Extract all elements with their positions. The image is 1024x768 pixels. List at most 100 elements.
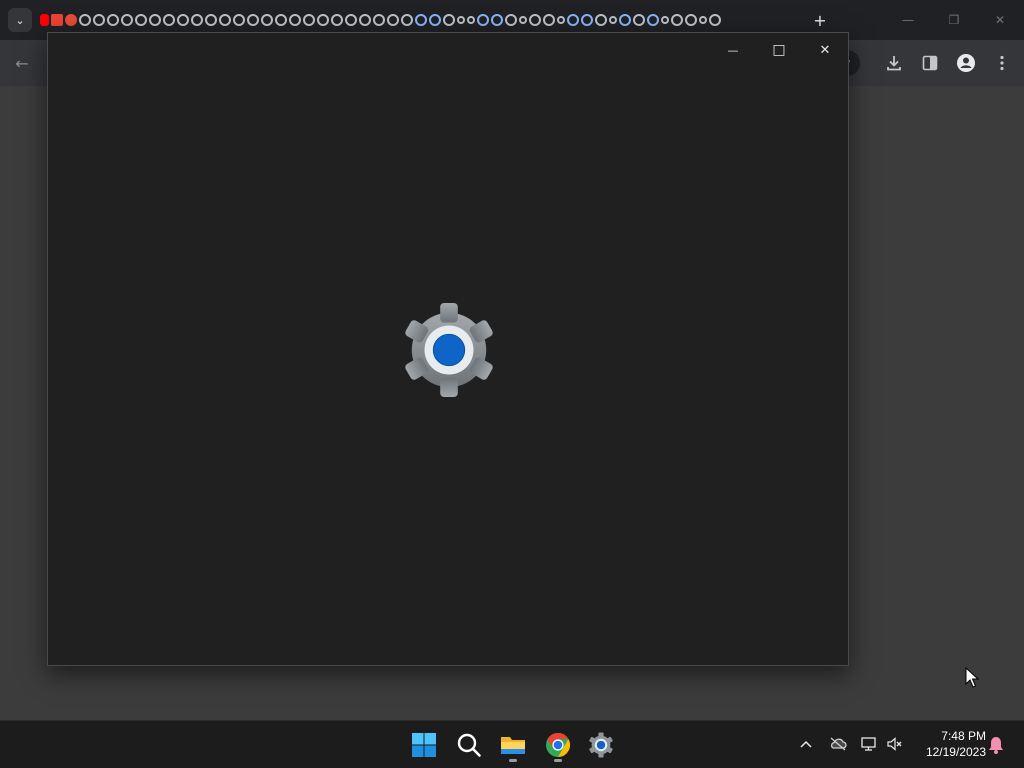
tab-favicon-icon[interactable] [149, 14, 161, 26]
clock-date: 12/19/2023 [925, 745, 986, 759]
tab-favicon-icon[interactable] [457, 16, 465, 24]
taskbar-clock[interactable]: 7:48 PM 12/19/2023 [914, 728, 986, 760]
chevron-up-icon [800, 740, 812, 748]
tab-favicon-icon[interactable] [661, 16, 669, 24]
tab-favicon-icon[interactable] [331, 14, 343, 26]
tab-favicon-icon[interactable] [505, 14, 517, 26]
restore-icon: ❐ [948, 13, 960, 27]
tab-favicon-icon[interactable] [609, 16, 617, 24]
tab-favicon-icon[interactable] [443, 14, 455, 26]
settings-icon [589, 732, 613, 758]
tab-favicon-icon[interactable] [619, 14, 631, 26]
tab-favicon-icon[interactable] [685, 14, 697, 26]
tab-favicon-icon[interactable] [261, 14, 273, 26]
tab-favicon-icon[interactable] [65, 14, 77, 26]
tab-favicon-icon[interactable] [191, 14, 203, 26]
tab-favicon-icon[interactable] [557, 16, 565, 24]
tab-favicon-icon[interactable] [205, 14, 217, 26]
tab-favicon-icon[interactable] [529, 14, 541, 26]
tab-favicon-icon[interactable] [275, 14, 287, 26]
tab-favicon-icon[interactable] [373, 14, 385, 26]
tab-favicon-icon[interactable] [303, 14, 315, 26]
tab-favicon-icon[interactable] [51, 14, 63, 26]
minimize-icon: — [727, 43, 739, 57]
file-explorer-button[interactable] [495, 727, 531, 763]
tab-search-icon: ⌄ [15, 13, 25, 27]
mouse-cursor-icon [965, 667, 979, 688]
tab-favicon-icon[interactable] [699, 16, 707, 24]
start-button[interactable] [406, 727, 442, 763]
notification-bell-icon[interactable] [985, 734, 1007, 756]
tab-favicon-icon[interactable] [477, 14, 489, 26]
tab-favicon-icon[interactable] [671, 14, 683, 26]
browser-restore-button[interactable]: ❐ [942, 8, 966, 32]
tab-favicon-icon[interactable] [345, 14, 357, 26]
tray-overflow-button[interactable] [795, 733, 817, 755]
start-icon [412, 733, 436, 757]
tab-favicon-icon[interactable] [543, 14, 555, 26]
tab-favicon-icon[interactable] [387, 14, 399, 26]
settings-window: — □ ✕ [47, 32, 849, 666]
onedrive-icon[interactable] [827, 733, 849, 755]
tab-favicon-icon[interactable] [317, 14, 329, 26]
tab-favicon-icon[interactable] [93, 14, 105, 26]
tab-favicon-icon[interactable] [177, 14, 189, 26]
browser-close-button[interactable]: ✕ [988, 8, 1012, 32]
profile-icon[interactable] [954, 51, 978, 75]
taskbar: 7:48 PM 12/19/2023 [0, 720, 1024, 768]
new-tab-button[interactable]: + [810, 8, 830, 32]
tab-favicon-icon[interactable] [107, 14, 119, 26]
clock-time: 7:48 PM [941, 729, 986, 743]
tab-favicon-icon[interactable] [491, 14, 503, 26]
running-indicator [509, 759, 517, 762]
tab-favicon-icon[interactable] [359, 14, 371, 26]
plus-icon: + [813, 10, 827, 30]
tab-favicon-icon[interactable] [567, 14, 579, 26]
tab-favicon-icon[interactable] [519, 16, 527, 24]
tab-favicon-icon[interactable] [401, 14, 413, 26]
tab-favicon-icon[interactable] [709, 14, 721, 26]
tab-favicon-icon[interactable] [429, 14, 441, 26]
tab-favicon-icon[interactable] [219, 14, 231, 26]
settings-close-button[interactable]: ✕ [802, 37, 848, 63]
settings-gear-icon [405, 302, 493, 398]
settings-taskbar-button[interactable] [583, 727, 619, 763]
tab-favicon-icon[interactable] [415, 14, 427, 26]
tab-list [40, 12, 765, 28]
tab-favicon-icon[interactable] [233, 14, 245, 26]
chrome-icon [546, 733, 571, 757]
tab-favicon-icon[interactable] [595, 14, 607, 26]
chrome-button[interactable] [540, 727, 576, 763]
download-icon[interactable] [882, 51, 906, 75]
maximize-icon: □ [772, 42, 786, 58]
file-explorer-icon [501, 737, 525, 754]
tab-favicon-icon[interactable] [163, 14, 175, 26]
volume-muted-icon[interactable] [884, 733, 906, 755]
taskbar-search-button[interactable] [451, 727, 487, 763]
tab-favicon-icon[interactable] [289, 14, 301, 26]
tab-favicon-icon[interactable] [581, 14, 593, 26]
back-button[interactable]: ← [10, 52, 34, 74]
close-icon: ✕ [819, 42, 831, 58]
minimize-icon: — [902, 13, 914, 27]
tab-favicon-icon[interactable] [247, 14, 259, 26]
close-icon: ✕ [994, 13, 1006, 27]
back-arrow-icon: ← [15, 53, 29, 73]
side-panel-icon[interactable] [918, 51, 942, 75]
tab-favicon-icon[interactable] [647, 14, 659, 26]
youtube-tab-icon[interactable] [40, 14, 49, 26]
tab-favicon-icon[interactable] [467, 16, 475, 24]
browser-minimize-button[interactable]: — [896, 8, 920, 32]
tab-favicon-icon[interactable] [121, 14, 133, 26]
tab-favicon-icon[interactable] [135, 14, 147, 26]
menu-icon[interactable] [990, 51, 1014, 75]
settings-minimize-button[interactable]: — [710, 37, 756, 63]
running-indicator [554, 759, 562, 762]
search-icon [457, 733, 481, 757]
settings-maximize-button[interactable]: □ [756, 37, 802, 63]
desktop-screen: ⌄ + — ❐ ✕ ← — □ ✕ 7:48 PM 12/19/2023 [0, 0, 1024, 768]
network-icon[interactable] [858, 733, 880, 755]
tab-favicon-icon[interactable] [79, 14, 91, 26]
tab-favicon-icon[interactable] [633, 14, 645, 26]
tab-search-button[interactable]: ⌄ [8, 8, 32, 32]
